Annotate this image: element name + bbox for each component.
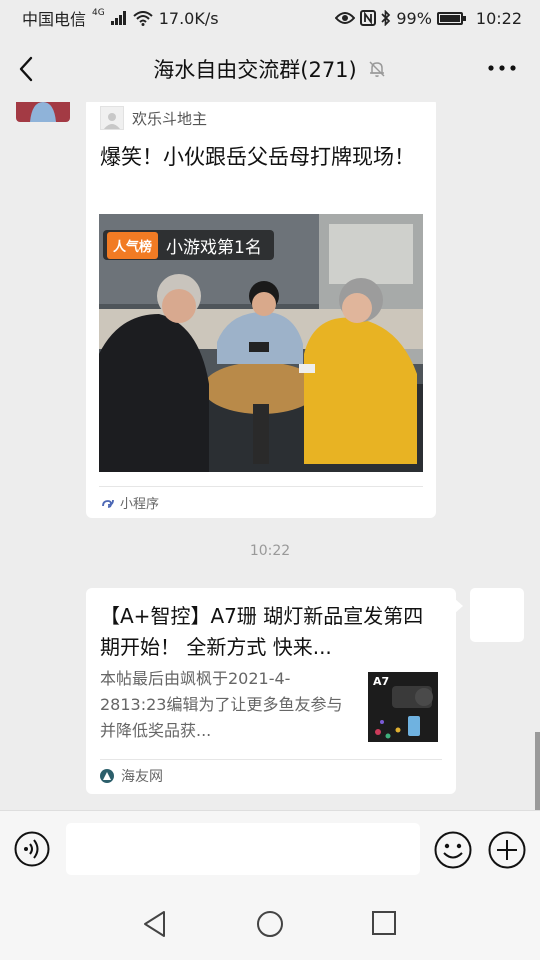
mini-program-source: 欢乐斗地主 — [100, 106, 207, 130]
chat-area[interactable]: 欢乐斗地主 爆笑！小伙跟岳父岳母打牌现场！ 人气榜 小游戏第1名 小程序 10:… — [0, 102, 540, 810]
bubble-tail — [455, 599, 463, 613]
input-bar — [0, 810, 540, 888]
battery-fill — [439, 14, 460, 22]
self-avatar[interactable] — [470, 588, 524, 642]
nav-back-icon[interactable] — [142, 910, 168, 938]
battery-icon — [436, 11, 466, 25]
link-card-thumbnail: A7 — [368, 672, 438, 742]
status-right: 99% 10:22 — [335, 9, 522, 28]
back-arrow-icon[interactable] — [14, 54, 42, 84]
nfc-icon — [360, 10, 377, 26]
chat-header: 海水自由交流群(271) — [0, 36, 540, 102]
mini-program-title: 爆笑！小伙跟岳父岳母打牌现场！ — [100, 145, 415, 169]
link-card-description: 本帖最后由飒枫于2021-4-2813:23编辑为了让更多鱼友参与并降低奖品获.… — [100, 669, 343, 740]
scrollbar-thumb[interactable] — [535, 732, 540, 810]
thumbnail-label: A7 — [373, 675, 390, 688]
ranking-text: 小游戏第1名 — [166, 237, 262, 258]
system-nav-bar — [0, 888, 540, 960]
mini-program-logo-icon — [100, 106, 124, 130]
signal-icon — [110, 11, 127, 25]
link-card-source: 海友网 — [121, 769, 163, 785]
carrier-label: 中国电信 — [22, 10, 87, 29]
voice-icon[interactable] — [14, 831, 50, 867]
mini-program-label: 小程序 — [120, 497, 160, 512]
emoji-icon[interactable] — [434, 831, 472, 869]
status-bar: 中国电信 4G 17.0K/s 99% 10:22 — [0, 0, 540, 36]
message-timestamp: 10:22 — [249, 543, 291, 559]
mini-program-icon — [100, 495, 116, 511]
mute-bell-icon — [367, 59, 387, 79]
link-card-footer: 海友网 — [100, 766, 163, 786]
card-divider — [99, 486, 423, 487]
mini-program-card[interactable]: 欢乐斗地主 爆笑！小伙跟岳父岳母打牌现场！ 人气榜 小游戏第1名 小程序 — [86, 102, 436, 518]
sender-avatar[interactable] — [16, 102, 70, 122]
mini-program-name: 欢乐斗地主 — [132, 109, 208, 128]
link-card[interactable]: 【A+智控】A7珊 瑚灯新品宣发第四期开始！ 全新方式 快来... 本帖最后由飒… — [86, 588, 456, 794]
nav-home-icon[interactable] — [256, 910, 284, 938]
bluetooth-icon — [381, 10, 391, 26]
status-time: 10:22 — [475, 8, 522, 28]
ranking-tag: 人气榜 — [107, 231, 159, 259]
chat-title: 海水自由交流群(271) — [153, 58, 357, 82]
ranking-badge: 人气榜 小游戏第1名 — [103, 230, 274, 260]
eye-icon — [335, 11, 356, 25]
link-card-title: 【A+智控】A7珊 瑚灯新品宣发第四期开始！ 全新方式 快来... — [100, 604, 424, 659]
mini-program-footer: 小程序 — [100, 493, 159, 512]
card-divider — [100, 759, 442, 760]
message-input[interactable] — [66, 823, 420, 875]
mini-program-cover-image: 人气榜 小游戏第1名 — [99, 214, 423, 472]
plus-icon[interactable] — [488, 831, 526, 869]
battery-percent: 99% — [396, 8, 432, 28]
site-logo-icon — [100, 769, 114, 783]
status-left: 中国电信 4G 17.0K/s — [22, 6, 219, 30]
network-speed: 17.0K/s — [158, 8, 219, 28]
network-type: 4G — [92, 8, 105, 18]
wifi-icon — [133, 10, 153, 26]
nav-recent-icon[interactable] — [371, 910, 397, 936]
title-wrap: 海水自由交流群(271) — [153, 54, 386, 84]
more-dots-icon[interactable] — [486, 58, 518, 78]
